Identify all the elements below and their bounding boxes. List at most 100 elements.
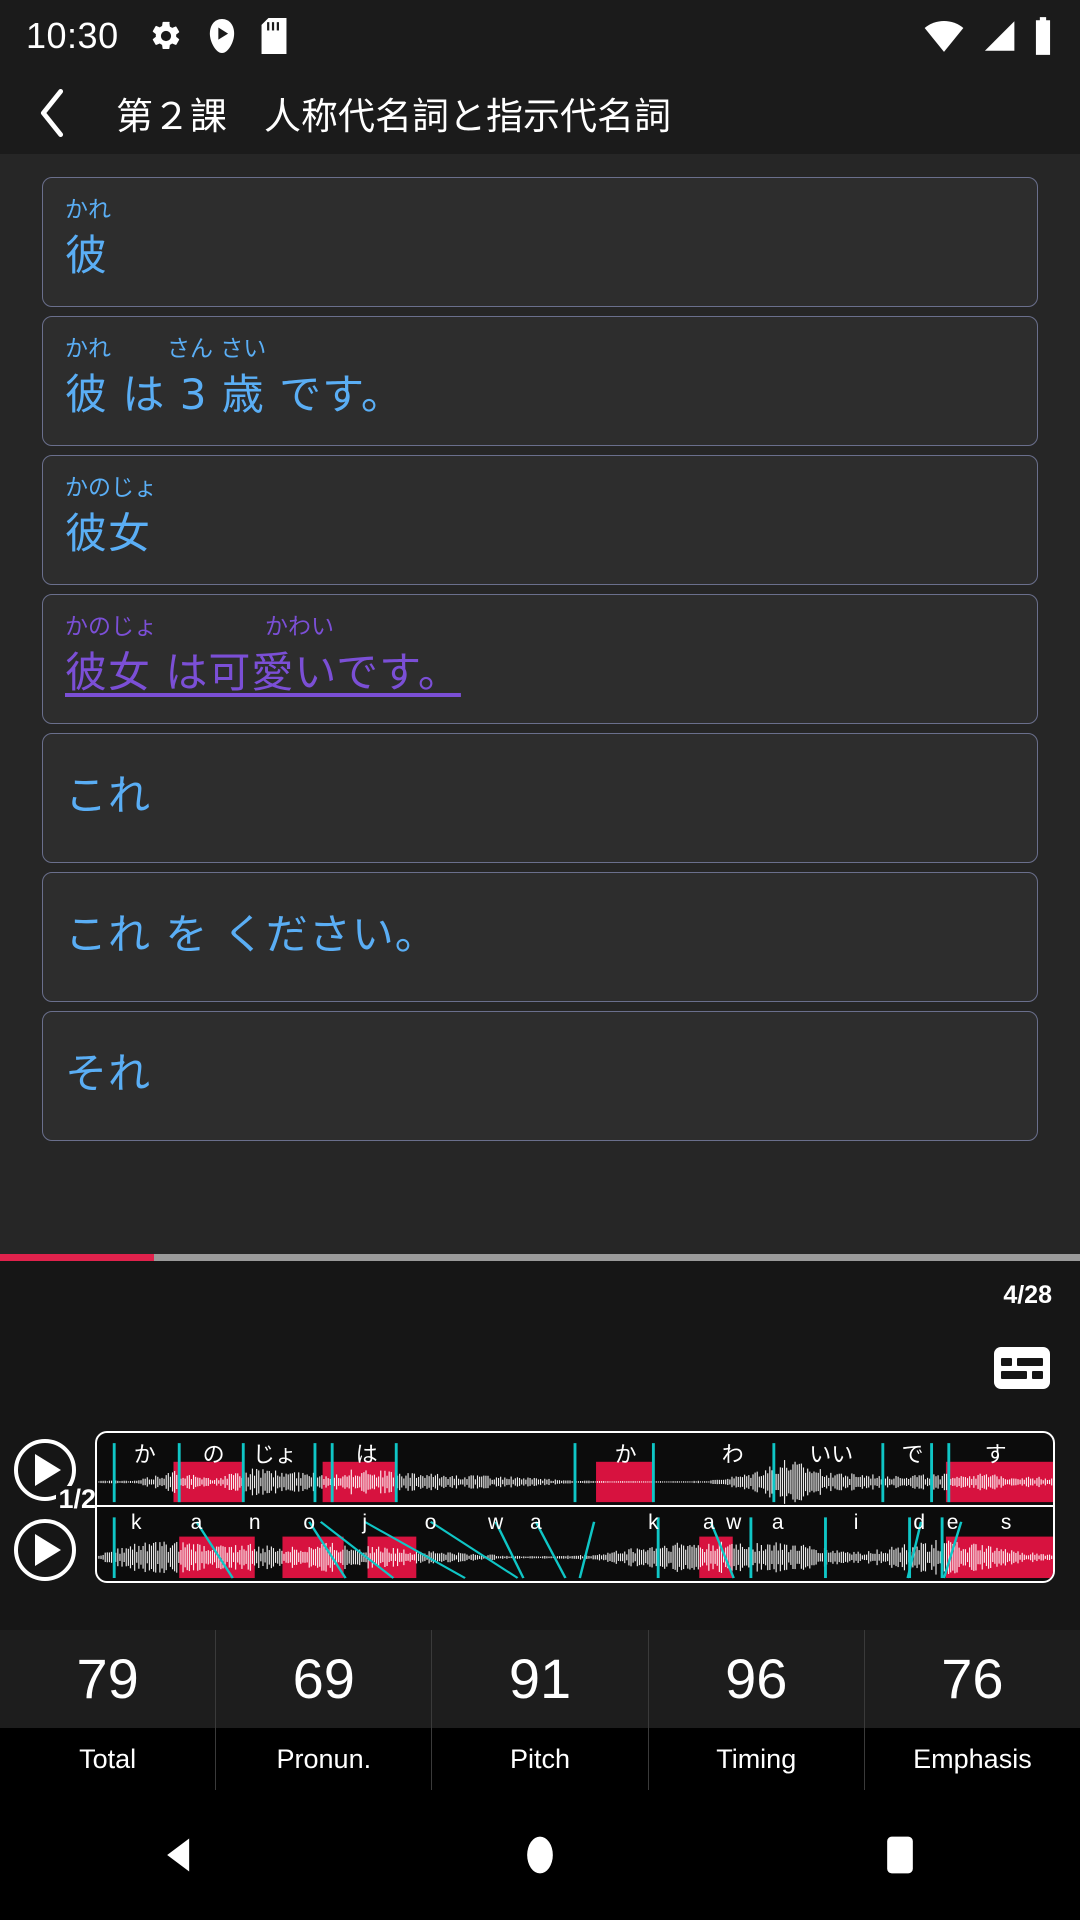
waveform-segment-label: d [913, 1511, 925, 1534]
score-cell-pitch[interactable]: 91 Pitch [432, 1630, 649, 1790]
score-label: Total [79, 1743, 137, 1774]
lesson-card[interactable]: これ [42, 733, 1038, 863]
waveform-segment-label: いい [809, 1443, 854, 1468]
closed-captions-icon[interactable] [994, 1347, 1050, 1389]
furigana-row: かのじょ [65, 470, 1015, 500]
lesson-card[interactable]: かのじょ 彼女 [42, 455, 1038, 585]
segment-leader-line [578, 1521, 596, 1579]
furigana-text: かのじょ [65, 614, 157, 640]
waveform-segment-label: o [303, 1511, 316, 1534]
segment-leader-line [429, 1521, 519, 1579]
cc-bar [1032, 1370, 1043, 1379]
android-recents-icon [887, 1836, 913, 1874]
waveform-segment-label: で [901, 1443, 924, 1468]
score-value-background: 76 [864, 1630, 1080, 1728]
lesson-card[interactable]: それ [42, 1011, 1038, 1141]
lesson-card[interactable]: かのじょ かわい彼女 は可愛いです。 [42, 594, 1038, 724]
waveform-segment-label: w [488, 1511, 504, 1534]
lesson-card-text: これ [65, 770, 152, 820]
waveform-segment-label: j [362, 1511, 368, 1534]
android-nav-bar [0, 1790, 1080, 1920]
play-button[interactable] [14, 1519, 76, 1581]
cellular-signal-icon [984, 21, 1015, 51]
gear-icon [152, 21, 179, 50]
waveform-segment-label: a [190, 1511, 203, 1534]
score-cell-timing[interactable]: 96 Timing [648, 1630, 865, 1790]
waveform-row-romaji-row[interactable]: kanojowakawaides [97, 1507, 1053, 1581]
android-recents-button[interactable] [840, 1795, 960, 1915]
lesson-card[interactable]: かれ さん さい彼 は 3 歳 です。 [42, 316, 1038, 446]
lesson-card[interactable]: かれ彼 [42, 177, 1038, 307]
waveform-segment-label: n [248, 1511, 261, 1534]
lesson-card-text: 彼女 [65, 509, 152, 558]
score-cell-pronun[interactable]: 69 Pronun. [216, 1630, 433, 1790]
play-circle-icon [209, 19, 234, 53]
cc-bar [1001, 1357, 1012, 1366]
scroll-progress-fill [0, 1254, 155, 1261]
play-icon [35, 1454, 61, 1486]
lesson-card-text: これ を ください。 [65, 909, 438, 959]
score-bar: 79 Total 69 Pronun. 91 Pitch 96 Timing 76 Emphasi… [0, 1630, 1080, 1790]
cc-bar-row-top [1001, 1357, 1043, 1366]
lesson-card-text: 彼女 は可愛いです。 [65, 648, 461, 697]
waveform-segment-label: i [853, 1511, 859, 1534]
lesson-card-text: 彼 は 3 歳 です。 [65, 370, 404, 419]
furigana-row: かのじょ かわい [65, 609, 1015, 639]
waveform-segment-label: k [130, 1511, 142, 1534]
waveform-panel[interactable]: かのじょはかわいいです k a n o j o w a k a w a i d e s [95, 1431, 1055, 1583]
score-label: Pronun. [276, 1743, 372, 1774]
score-value: 76 [941, 1647, 1004, 1710]
cc-bar-row-bottom [1001, 1370, 1043, 1379]
status-clock: 10:30 [26, 15, 119, 56]
android-back-button[interactable] [120, 1795, 240, 1915]
score-cell-total[interactable]: 79 Total [0, 1630, 217, 1790]
audio-player-panel: 4/28 1/2 かのじょはかわいいです k a n o j o w a k a w a i d e s [0, 1261, 1080, 1630]
app-bar: 第２課 人称代名詞と指示代名詞 [0, 72, 1080, 154]
lesson-card-text: それ [65, 1048, 152, 1098]
waveform-segment-label: わ [721, 1443, 744, 1468]
wifi-icon [924, 20, 964, 52]
slide-counter: 4/28 [1003, 1281, 1052, 1309]
status-bar-right-icons [924, 17, 1054, 55]
furigana-text: かわい [265, 614, 334, 640]
back-button[interactable] [10, 72, 94, 154]
waveform-segment-label: か [614, 1443, 637, 1468]
score-value: 79 [76, 1647, 139, 1710]
score-cell-emphasis[interactable]: 76 Emphasis [864, 1630, 1080, 1790]
cc-bar [1001, 1370, 1027, 1379]
scroll-progress-track[interactable] [0, 1254, 1080, 1261]
page-title: 第２課 人称代名詞と指示代名詞 [116, 96, 671, 137]
android-home-button[interactable] [480, 1795, 600, 1915]
chevron-left-icon [40, 88, 64, 138]
score-label: Pitch [509, 1743, 571, 1774]
score-label: Timing [716, 1743, 797, 1774]
android-back-icon [167, 1838, 190, 1872]
waveform-segment-label: w [726, 1511, 742, 1534]
lesson-card-text: 彼 [65, 231, 109, 280]
furigana-text: かれ [65, 197, 111, 223]
lesson-list[interactable]: かれ彼かれ さん さい彼 は 3 歳 です。 かのじょ 彼女 かのじょ かわい 彼女 は可愛… [0, 154, 1080, 1259]
waveform-segment-label: o [424, 1511, 437, 1534]
status-bar-left-icons [149, 18, 287, 54]
waveform-segment-label: e [946, 1511, 959, 1534]
waveform-segment-label: じょ [252, 1443, 297, 1468]
score-value-background: 96 [648, 1630, 864, 1728]
waveform-segment-label: a [702, 1511, 715, 1534]
furigana-text: かれ [65, 336, 111, 362]
status-bar: 10:30 [0, 0, 1080, 72]
sd-card-icon [261, 18, 287, 54]
score-label: Emphasis [913, 1743, 1032, 1774]
waveform-segment-label: k [648, 1511, 659, 1534]
waveform-row-kana-row[interactable]: か の じょ は か わ いい で す [97, 1433, 1053, 1507]
waveform-segment-label: s [1000, 1511, 1012, 1534]
lesson-card[interactable]: これ を ください。 [42, 872, 1038, 1002]
android-home-icon [527, 1836, 553, 1874]
play-button-half-speed[interactable]: 1/2 [14, 1439, 98, 1513]
score-value: 91 [508, 1647, 572, 1710]
furigana-row: かれ さん さい [65, 331, 1015, 361]
score-value-background: 69 [216, 1630, 432, 1728]
play-controls: 1/2 [14, 1439, 98, 1581]
waveform-graphic [98, 1517, 1053, 1579]
furigana-text: かのじょ [65, 475, 157, 501]
waveform-segment-label: か [133, 1443, 156, 1468]
